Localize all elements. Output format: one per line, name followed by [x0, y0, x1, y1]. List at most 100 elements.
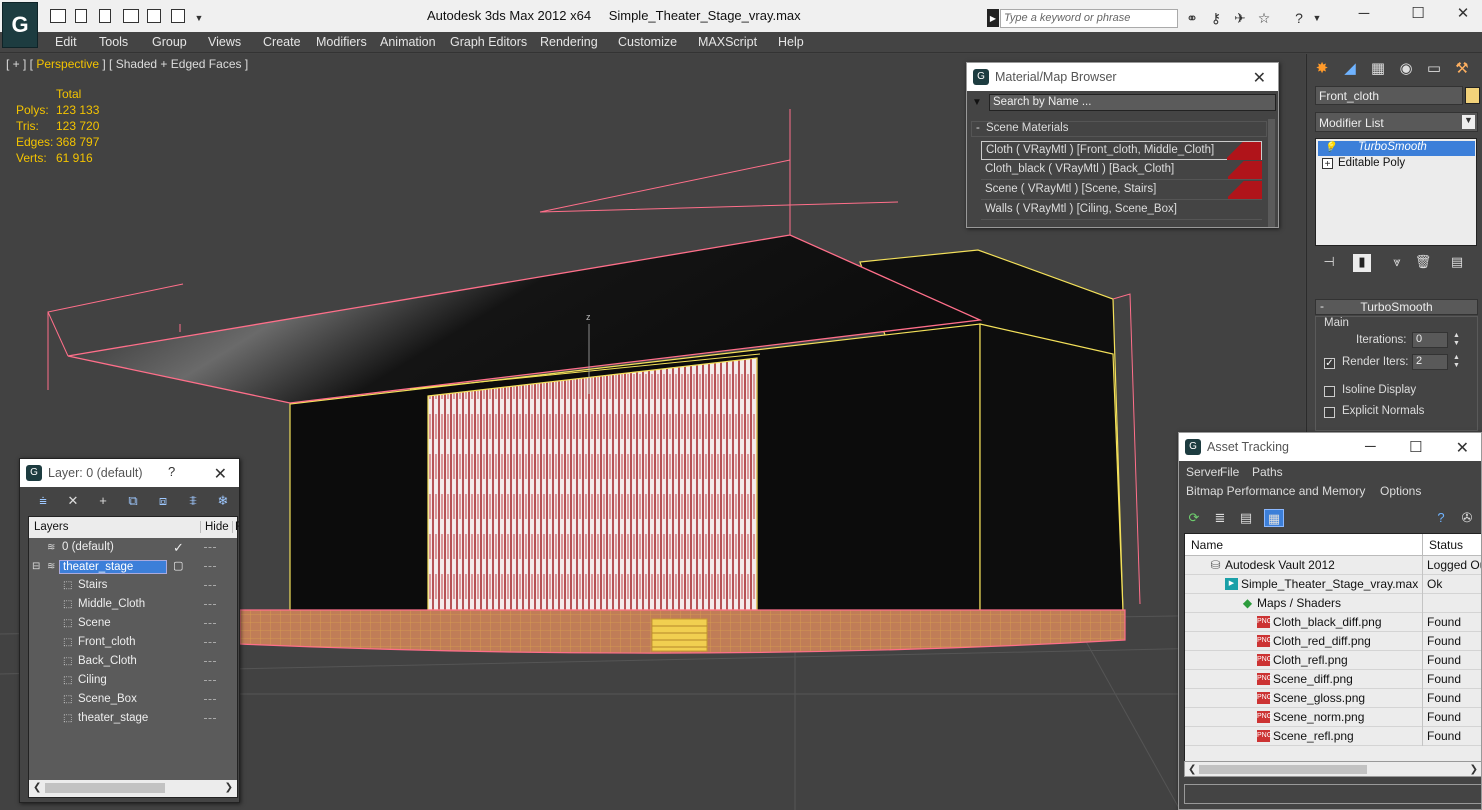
menu-paths[interactable]: Paths	[1252, 465, 1283, 479]
column-layers[interactable]: Layers	[34, 521, 69, 533]
configure-sets-icon[interactable]: ▤	[1447, 254, 1467, 272]
modifier-list-dropdown[interactable]: Modifier List ▼	[1315, 112, 1478, 132]
iterations-spinner[interactable]: 0	[1412, 332, 1448, 348]
hide-toggle[interactable]	[204, 642, 216, 644]
chevron-right-icon[interactable]: ❯	[1470, 764, 1478, 775]
open-file-icon[interactable]	[50, 9, 66, 23]
highlight-selected-icon[interactable]: ⧈	[152, 491, 174, 511]
delete-layer-icon[interactable]: ✕	[62, 491, 84, 511]
asset-row[interactable]: PNG Scene_refl.png Found	[1185, 727, 1481, 746]
help-icon[interactable]: ?	[168, 464, 175, 479]
hide-toggle[interactable]	[204, 585, 216, 587]
redo-icon[interactable]	[171, 9, 185, 23]
render-iters-spinner[interactable]: 2	[1412, 354, 1448, 370]
collapse-icon[interactable]: ⊟	[32, 561, 43, 572]
maximize-icon[interactable]: ☐	[1409, 438, 1422, 456]
render-iters-checkbox[interactable]: ✓	[1324, 358, 1335, 369]
layer-row[interactable]: ⬚ Ciling	[29, 672, 237, 691]
layer-list[interactable]: Layers Hide F ≋ 0 (default) ✓ ⊟ ≋ theate…	[28, 516, 239, 798]
turbosmooth-rollout-header[interactable]: - TurboSmooth	[1315, 299, 1478, 315]
collapse-icon[interactable]: -	[1320, 299, 1324, 313]
vertical-scrollbar[interactable]	[1268, 119, 1275, 227]
thumbnail-view-icon[interactable]: ▤	[1236, 509, 1256, 527]
close-icon[interactable]: ✕	[214, 464, 227, 484]
viewport-shading[interactable]: ] [ Shaded + Edged Faces ]	[102, 57, 248, 71]
column-status[interactable]: Status	[1422, 534, 1469, 556]
reference-icon[interactable]	[123, 9, 139, 23]
spinner-arrows-icon[interactable]: ▲ ▼	[1452, 354, 1461, 370]
key-icon[interactable]: ⚷	[1207, 10, 1225, 26]
viewport-view-name[interactable]: Perspective	[33, 57, 102, 71]
hide-toggle[interactable]	[204, 547, 216, 549]
hide-toggle[interactable]	[204, 718, 216, 720]
hide-toggle[interactable]	[204, 680, 216, 682]
spinner-arrows-icon[interactable]: ▲ ▼	[1452, 332, 1461, 348]
select-objects-icon[interactable]: ⧉	[122, 491, 144, 511]
hide-all-icon[interactable]: ⩨	[182, 491, 204, 511]
stack-item-editable-poly[interactable]: + Editable Poly	[1318, 157, 1475, 172]
scrollbar-thumb[interactable]	[1199, 765, 1367, 774]
pin-stack-icon[interactable]: ⊣	[1319, 254, 1339, 272]
asset-row[interactable]: PNG Cloth_refl.png Found	[1185, 651, 1481, 670]
make-unique-icon[interactable]: ⩔	[1387, 254, 1407, 272]
asset-row[interactable]: PNG Scene_gloss.png Found	[1185, 689, 1481, 708]
column-name[interactable]: Name	[1191, 538, 1223, 552]
chevron-down-icon[interactable]: ▼	[972, 97, 984, 109]
list-view-icon[interactable]: ≣	[1210, 509, 1230, 527]
horizontal-scrollbar[interactable]: ❮ ❯	[1184, 761, 1481, 777]
remove-modifier-icon[interactable]: 🗑	[1413, 254, 1433, 272]
layer-row[interactable]: ⬚ Back_Cloth	[29, 653, 237, 672]
maximize-icon[interactable]: ☐	[1403, 4, 1433, 24]
viewport-label[interactable]: [ + ] [ Perspective ] [ Shaded + Edged F…	[6, 57, 248, 71]
layer-row[interactable]: ≋ 0 (default) ✓	[29, 539, 237, 558]
menu-rendering[interactable]: Rendering	[540, 35, 598, 49]
menu-views[interactable]: Views	[208, 35, 241, 49]
material-search-input[interactable]: Search by Name ...	[989, 94, 1276, 111]
layer-row[interactable]: ⬚ Scene	[29, 615, 237, 634]
close-icon[interactable]: ✕	[1448, 4, 1478, 24]
object-name-field[interactable]: Front_cloth	[1315, 86, 1463, 105]
stack-item-turbosmooth[interactable]: 💡 TurboSmooth	[1318, 141, 1475, 156]
horizontal-scrollbar[interactable]: ❮ ❯	[29, 780, 237, 797]
chevron-down-icon[interactable]: ▼	[190, 10, 208, 26]
display-tab-icon[interactable]: ▭	[1423, 58, 1445, 80]
isoline-checkbox[interactable]	[1324, 386, 1335, 397]
close-icon[interactable]: ✕	[1456, 438, 1469, 458]
hide-toggle[interactable]	[204, 623, 216, 625]
menu-options[interactable]: Options	[1380, 484, 1421, 498]
menu-help[interactable]: Help	[778, 35, 804, 49]
material-item[interactable]: Scene ( VRayMtl ) [Scene, Stairs]	[981, 181, 1262, 200]
asset-row[interactable]: PNG Scene_diff.png Found	[1185, 670, 1481, 689]
create-tab-icon[interactable]: ✸	[1311, 58, 1333, 80]
column-hide[interactable]: Hide	[200, 521, 229, 533]
column-freeze[interactable]: F	[232, 521, 239, 533]
refresh-icon[interactable]: ⟳	[1184, 509, 1204, 527]
hide-toggle[interactable]	[204, 566, 216, 568]
material-item[interactable]: Walls ( VRayMtl ) [Ciling, Scene_Box]	[981, 201, 1262, 220]
menu-maxscript[interactable]: MAXScript	[698, 35, 757, 49]
explicit-normals-checkbox[interactable]	[1324, 407, 1335, 418]
hide-toggle[interactable]	[204, 661, 216, 663]
menu-modifiers[interactable]: Modifiers	[316, 35, 367, 49]
layer-row[interactable]: ⬚ Middle_Cloth	[29, 596, 237, 615]
menu-group[interactable]: Group	[152, 35, 187, 49]
undo-icon[interactable]	[147, 9, 161, 23]
new-file-icon[interactable]	[99, 9, 111, 23]
collapse-icon[interactable]: -	[976, 122, 980, 134]
hierarchy-tab-icon[interactable]: ▦	[1367, 58, 1389, 80]
asset-row[interactable]: PNG Cloth_red_diff.png Found	[1185, 632, 1481, 651]
layer-row[interactable]: ⬚ Scene_Box	[29, 691, 237, 710]
object-color-swatch[interactable]	[1465, 87, 1480, 104]
hide-toggle[interactable]	[204, 604, 216, 606]
layer-row[interactable]: ⬚ Stairs	[29, 577, 237, 596]
chevron-down-icon[interactable]: ▼	[1462, 115, 1475, 129]
material-item[interactable]: Cloth_black ( VRayMtl ) [Back_Cloth]	[981, 161, 1262, 180]
star-icon[interactable]: ☆	[1255, 10, 1273, 26]
modify-tab-icon[interactable]: ◢	[1339, 58, 1361, 80]
menu-tools[interactable]: Tools	[99, 35, 128, 49]
menu-graph-editors[interactable]: Graph Editors	[450, 35, 527, 49]
asset-row[interactable]: ▶ Simple_Theater_Stage_vray.max Ok	[1185, 575, 1481, 594]
layer-manager-titlebar[interactable]: G Layer: 0 (default) ? ✕	[20, 459, 239, 487]
asset-table[interactable]: Name Status ⛁ Autodesk Vault 2012 Logged O…	[1184, 533, 1481, 777]
search-input[interactable]: Type a keyword or phrase	[1000, 9, 1178, 28]
